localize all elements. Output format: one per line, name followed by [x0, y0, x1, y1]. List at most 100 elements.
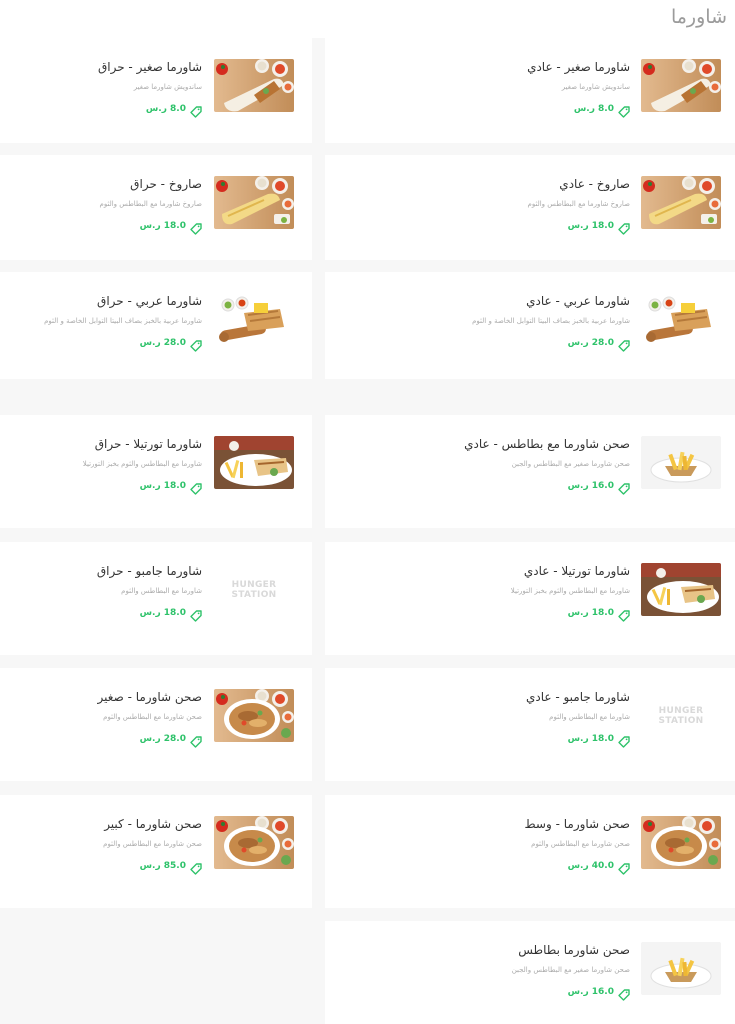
menu-item-description: ساندويش شاورما صغير	[561, 83, 630, 91]
menu-item-price: 18.0 ر.س	[567, 221, 614, 231]
menu-item-card[interactable]: صحن شاورما - كبير صحن شاورما مع البطاطس و…	[0, 795, 312, 908]
price-tag-icon	[618, 860, 630, 875]
menu-item-price-row: 18.0 ر.س	[83, 480, 202, 495]
menu-item-name: صاروخ - حراق	[130, 177, 202, 191]
menu-item-card[interactable]: شاورما صغير - عادي ساندويش شاورما صغير 8.0…	[325, 38, 735, 143]
hungerstation-placeholder-logo: HUNGER STATION	[214, 563, 294, 616]
menu-item-card[interactable]: صحن شاورما مع بطاطس - عادي صحن شاورما صغي…	[325, 415, 735, 528]
menu-item-card[interactable]: صحن شاورما - صغير صحن شاورما مع البطاطس و…	[0, 668, 312, 781]
menu-item-card[interactable]: شاورما عربي - حراق شاورما عربية بالخبز بص…	[0, 272, 312, 379]
menu-item-name: صحن شاورما مع بطاطس - عادي	[464, 437, 630, 451]
menu-item-text: صاروخ - عادي صاروخ شاورما مع البطاطس والث…	[528, 176, 630, 235]
price-tag-icon	[618, 733, 630, 748]
menu-item-name: صحن شاورما - صغير	[97, 690, 202, 704]
menu-item-image	[641, 436, 721, 489]
menu-item-description: صاروخ شاورما مع البطاطس والثوم	[99, 200, 202, 208]
menu-item-price-row: 18.0 ر.س	[528, 220, 630, 235]
menu-item-card[interactable]: شاورما صغير - حراق ساندويش شاورما صغير 8.0…	[0, 38, 312, 143]
menu-item-name: صحن شاورما - كبير	[104, 817, 202, 831]
menu-item-description: شاورما عربية بالخبز بصاف البيتا التوابل …	[44, 317, 202, 325]
menu-item-text: شاورما صغير - عادي ساندويش شاورما صغير 8.0…	[527, 59, 630, 118]
menu-item-card[interactable]: شاورما تورتيلا - حراق شاورما مع البطاطس و…	[0, 415, 312, 528]
price-tag-icon	[190, 103, 202, 118]
menu-item-price: 28.0 ر.س	[139, 734, 186, 744]
menu-item-name: شاورما جامبو - عادي	[525, 690, 630, 704]
menu-item-text: شاورما جامبو - عادي شاورما مع البطاطس وال…	[525, 689, 630, 748]
price-tag-icon	[190, 337, 202, 352]
menu-item-text: صحن شاورما - وسط صحن شاورما مع البطاطس وا…	[524, 816, 630, 875]
menu-item-image	[641, 293, 721, 346]
menu-item-card[interactable]: شاورما تورتيلا - عادي شاورما مع البطاطس و…	[325, 542, 735, 655]
menu-item-price-row: 18.0 ر.س	[511, 607, 630, 622]
menu-item-description: شاورما مع البطاطس والثوم	[549, 713, 630, 721]
menu-item-image	[214, 59, 294, 112]
menu-item-price-row: 85.0 ر.س	[103, 860, 202, 875]
menu-item-price: 18.0 ر.س	[139, 221, 186, 231]
menu-item-price-row: 8.0 ر.س	[527, 103, 630, 118]
menu-item-text: صحن شاورما - كبير صحن شاورما مع البطاطس و…	[103, 816, 202, 875]
menu-item-description: صحن شاورما صغير مع البطاطس والجبن	[511, 966, 630, 974]
price-tag-icon	[618, 103, 630, 118]
menu-item-name: شاورما تورتيلا - عادي	[523, 564, 630, 578]
menu-item-price-row: 28.0 ر.س	[44, 337, 202, 352]
price-tag-icon	[618, 986, 630, 1001]
menu-item-text: شاورما تورتيلا - عادي شاورما مع البطاطس و…	[510, 563, 630, 622]
menu-item-card[interactable]: HUNGER STATION شاورما جامبو - عادي شاورما م…	[325, 668, 735, 781]
menu-item-card[interactable]: شاورما عربي - عادي شاورما عربية بالخبز بص…	[325, 272, 735, 379]
menu-item-price-row: 28.0 ر.س	[98, 733, 202, 748]
menu-item-text: شاورما صغير - حراق ساندويش شاورما صغير 8.0…	[98, 59, 202, 118]
menu-item-name: صحن شاورما بطاطس	[518, 943, 630, 957]
menu-item-description: شاورما عربية بالخبز بصاف البيتا التوابل …	[472, 317, 630, 325]
menu-item-description: شاورما مع البطاطس والثوم بخبز التورتيلا	[510, 587, 630, 595]
logo-line-2: STATION	[231, 589, 277, 600]
menu-item-card[interactable]: صحن شاورما بطاطس صحن شاورما صغير مع البطا…	[325, 921, 735, 1024]
menu-item-name: صاروخ - عادي	[559, 177, 630, 191]
menu-item-price-row: 40.0 ر.س	[525, 860, 630, 875]
menu-item-image	[214, 816, 294, 869]
menu-item-price-row: 18.0 ر.س	[100, 220, 202, 235]
menu-item-price: 18.0 ر.س	[139, 608, 186, 618]
menu-item-image	[641, 816, 721, 869]
menu-item-text: صاروخ - حراق صاروخ شاورما مع البطاطس والث…	[99, 176, 202, 235]
menu-item-image	[641, 59, 721, 112]
menu-item-price: 40.0 ر.س	[567, 861, 614, 871]
menu-item-name: شاورما عربي - عادي	[526, 294, 630, 308]
price-tag-icon	[190, 607, 202, 622]
menu-item-name: شاورما جامبو - حراق	[96, 564, 202, 578]
menu-item-image	[214, 176, 294, 229]
menu-item-price: 8.0 ر.س	[145, 104, 186, 114]
menu-item-price: 16.0 ر.س	[567, 987, 614, 997]
menu-item-name: شاورما عربي - حراق	[97, 294, 202, 308]
price-tag-icon	[618, 220, 630, 235]
menu-item-price-row: 16.0 ر.س	[512, 986, 630, 1001]
logo-line-2: STATION	[658, 715, 704, 726]
menu-item-price-row: 16.0 ر.س	[464, 480, 630, 495]
menu-item-card[interactable]: صاروخ - حراق صاروخ شاورما مع البطاطس والث…	[0, 155, 312, 260]
menu-item-description: شاورما مع البطاطس والثوم	[121, 587, 202, 595]
menu-item-text: صحن شاورما مع بطاطس - عادي صحن شاورما صغي…	[464, 436, 630, 495]
menu-item-name: صحن شاورما - وسط	[524, 817, 630, 831]
menu-item-price-row: 18.0 ر.س	[526, 733, 630, 748]
menu-item-price-row: 28.0 ر.س	[472, 337, 630, 352]
menu-item-image	[641, 176, 721, 229]
menu-item-description: صحن شاورما صغير مع البطاطس والجبن	[511, 460, 630, 468]
section-title: شاورما	[670, 6, 727, 28]
hungerstation-placeholder-logo: HUNGER STATION	[641, 689, 721, 742]
menu-item-text: صحن شاورما بطاطس صحن شاورما صغير مع البطا…	[511, 942, 630, 1001]
menu-item-image	[641, 563, 721, 616]
menu-item-price: 8.0 ر.س	[573, 104, 614, 114]
menu-item-price: 18.0 ر.س	[567, 734, 614, 744]
menu-item-price: 28.0 ر.س	[139, 338, 186, 348]
menu-item-text: شاورما عربي - حراق شاورما عربية بالخبز بص…	[44, 293, 202, 352]
menu-item-card[interactable]: صحن شاورما - وسط صحن شاورما مع البطاطس وا…	[325, 795, 735, 908]
menu-item-card[interactable]: صاروخ - عادي صاروخ شاورما مع البطاطس والث…	[325, 155, 735, 260]
menu-item-name: شاورما تورتيلا - حراق	[94, 437, 202, 451]
menu-item-description: صحن شاورما مع البطاطس والثوم	[531, 840, 630, 848]
price-tag-icon	[190, 860, 202, 875]
menu-item-card[interactable]: HUNGER STATION شاورما جامبو - حراق شاورما م…	[0, 542, 312, 655]
menu-item-text: شاورما عربي - عادي شاورما عربية بالخبز بص…	[472, 293, 630, 352]
menu-item-description: صحن شاورما مع البطاطس والثوم	[103, 713, 202, 721]
menu-item-description: ساندويش شاورما صغير	[133, 83, 202, 91]
logo-line-1: HUNGER	[231, 579, 277, 590]
header-band: شاورما	[0, 0, 735, 38]
